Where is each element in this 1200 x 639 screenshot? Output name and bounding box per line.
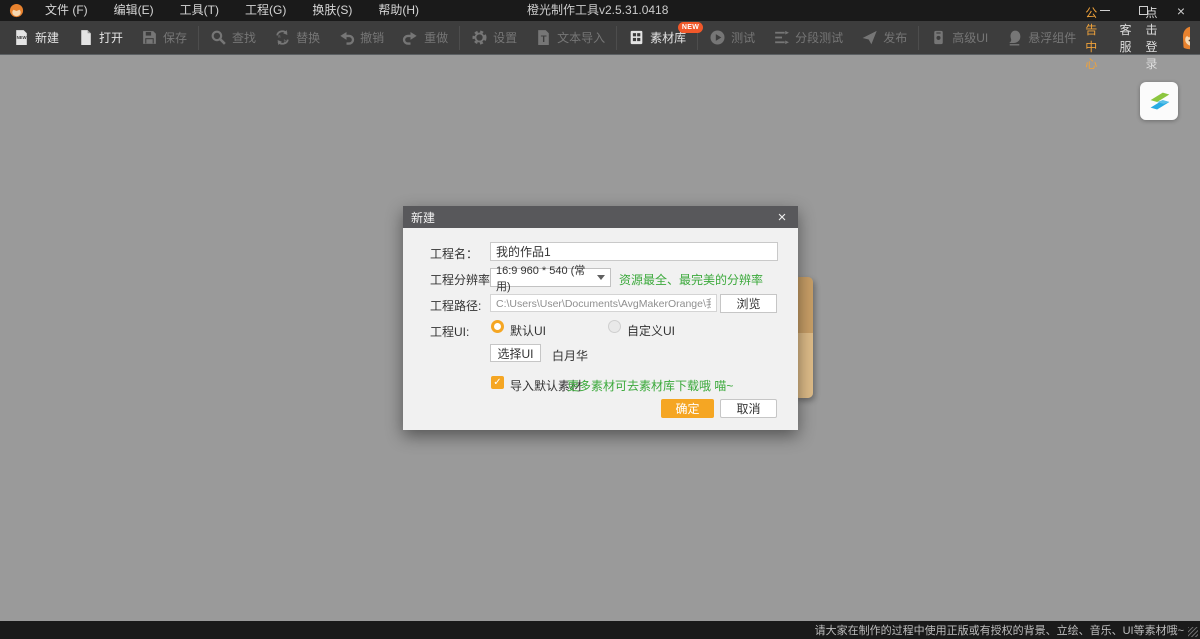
search-icon bbox=[210, 29, 227, 46]
login-link[interactable]: 点击登录 bbox=[1146, 4, 1166, 72]
toolbar-text-import-label: 文本导入 bbox=[557, 29, 605, 46]
user-avatar[interactable] bbox=[1180, 25, 1190, 51]
toolbar-floating-widget-label: 悬浮组件 bbox=[1028, 29, 1076, 46]
segment-test-icon bbox=[773, 29, 790, 46]
window-title: 橙光制作工具v2.5.31.0418 bbox=[527, 0, 668, 21]
new-project-dialog: 新建 × 工程名： 工程分辨率: 16:9 960 * 540 (常用) 资源最… bbox=[403, 206, 798, 430]
toolbar-test-label: 测试 bbox=[731, 29, 755, 46]
ok-button[interactable]: 确定 bbox=[661, 399, 714, 418]
toolbar-separator bbox=[918, 26, 919, 50]
toolbar-separator bbox=[616, 26, 617, 50]
menu-project[interactable]: 工程(G) bbox=[232, 0, 299, 21]
customer-service-link[interactable]: 客服 bbox=[1120, 21, 1132, 55]
toolbar-separator bbox=[459, 26, 460, 50]
menu-edit[interactable]: 编辑(E) bbox=[101, 0, 167, 21]
menu-file[interactable]: 文件 (F) bbox=[32, 0, 101, 21]
resize-grip-icon[interactable] bbox=[1188, 627, 1198, 637]
default-ui-radio-label: 默认UI bbox=[510, 322, 546, 339]
toolbar-save-label: 保存 bbox=[163, 29, 187, 46]
toolbar-publish-label: 发布 bbox=[883, 29, 907, 46]
redo-icon bbox=[402, 29, 419, 46]
toolbar-find-button[interactable]: 查找 bbox=[201, 21, 265, 54]
custom-ui-radio-label: 自定义UI bbox=[627, 322, 675, 339]
resolution-label: 工程分辨率: bbox=[430, 271, 493, 288]
test-icon bbox=[709, 29, 726, 46]
ui-theme-name: 白月华 bbox=[552, 347, 588, 364]
new-file-icon: NEW bbox=[13, 29, 30, 46]
toolbar-undo-label: 撤销 bbox=[360, 29, 384, 46]
project-name-input[interactable] bbox=[490, 242, 778, 261]
settings-icon bbox=[471, 29, 488, 46]
toolbar-right-group: 公告中心 客服 点击登录 bbox=[1085, 4, 1196, 72]
toolbar-publish-button[interactable]: 发布 bbox=[852, 21, 916, 54]
toolbar-open-label: 打开 bbox=[99, 29, 123, 46]
toolbar-new-label: 新建 bbox=[35, 29, 59, 46]
toolbar-settings-button[interactable]: 设置 bbox=[462, 21, 526, 54]
app-logo-icon bbox=[1144, 86, 1174, 116]
material-library-icon bbox=[628, 29, 645, 46]
svg-text:b: b bbox=[284, 38, 287, 44]
choose-ui-button[interactable]: 选择UI bbox=[490, 344, 541, 362]
default-ui-radio[interactable] bbox=[491, 320, 504, 333]
resolution-hint: 资源最全、最完美的分辨率 bbox=[619, 271, 763, 288]
import-default-material-checkbox[interactable]: ✓ bbox=[491, 376, 504, 389]
resolution-selected-value: 16:9 960 * 540 (常用) bbox=[496, 262, 597, 294]
status-bar: 请大家在制作的过程中使用正版或有授权的背景、立绘、音乐、UI等素材哦~ bbox=[0, 621, 1200, 639]
svg-text:NEW: NEW bbox=[17, 35, 27, 40]
toolbar-advanced-ui-button[interactable]: 高级UI bbox=[921, 21, 997, 54]
floating-app-logo[interactable] bbox=[1140, 82, 1178, 120]
toolbar-settings-label: 设置 bbox=[493, 29, 517, 46]
project-name-label: 工程名： bbox=[430, 245, 478, 262]
dialog-title: 新建 bbox=[411, 209, 435, 226]
svg-text:a: a bbox=[278, 35, 281, 40]
title-bar: 文件 (F) 编辑(E) 工具(T) 工程(G) 换肤(S) 帮助(H) 橙光制… bbox=[0, 0, 1200, 21]
toolbar-floating-widget-button[interactable]: 悬浮组件 bbox=[997, 21, 1085, 54]
project-path-label: 工程路径: bbox=[430, 297, 481, 314]
toolbar-open-button[interactable]: 打开 bbox=[68, 21, 132, 54]
toolbar-segment-test-button[interactable]: 分段测试 bbox=[764, 21, 852, 54]
toolbar-find-label: 查找 bbox=[232, 29, 256, 46]
app-icon bbox=[9, 3, 24, 18]
app-window: 文件 (F) 编辑(E) 工具(T) 工程(G) 换肤(S) 帮助(H) 橙光制… bbox=[0, 0, 1200, 639]
browse-button[interactable]: 浏览 bbox=[720, 294, 777, 313]
chevron-down-icon bbox=[597, 275, 605, 280]
toolbar-advanced-ui-label: 高级UI bbox=[952, 29, 988, 46]
dialog-title-bar[interactable]: 新建 × bbox=[403, 206, 798, 228]
toolbar-text-import-button[interactable]: T 文本导入 bbox=[526, 21, 614, 54]
status-notice: 请大家在制作的过程中使用正版或有授权的背景、立绘、音乐、UI等素材哦~ bbox=[815, 622, 1184, 638]
menu-tools[interactable]: 工具(T) bbox=[167, 0, 232, 21]
project-ui-label: 工程UI: bbox=[430, 323, 469, 340]
custom-ui-radio[interactable] bbox=[608, 320, 621, 333]
text-import-icon: T bbox=[535, 29, 552, 46]
toolbar-replace-button[interactable]: ab 替换 bbox=[265, 21, 329, 54]
project-path-input[interactable] bbox=[490, 294, 717, 312]
menu-help[interactable]: 帮助(H) bbox=[365, 0, 432, 21]
resolution-select[interactable]: 16:9 960 * 540 (常用) bbox=[490, 268, 611, 287]
dialog-body: 工程名： 工程分辨率: 16:9 960 * 540 (常用) 资源最全、最完美… bbox=[403, 228, 798, 430]
toolbar-undo-button[interactable]: 撤销 bbox=[329, 21, 393, 54]
floating-widget-icon bbox=[1006, 29, 1023, 46]
publish-icon bbox=[861, 29, 878, 46]
advanced-ui-icon bbox=[930, 29, 947, 46]
open-file-icon bbox=[77, 29, 94, 46]
dialog-close-icon[interactable]: × bbox=[774, 210, 790, 225]
toolbar-save-button[interactable]: 保存 bbox=[132, 21, 196, 54]
material-hint: 更多素材可去素材库下载哦 喵~ bbox=[567, 377, 733, 394]
toolbar-separator bbox=[198, 26, 199, 50]
cancel-button[interactable]: 取消 bbox=[720, 399, 777, 418]
svg-text:T: T bbox=[541, 34, 547, 45]
announcement-center-link[interactable]: 公告中心 bbox=[1085, 4, 1105, 72]
toolbar-segment-test-label: 分段测试 bbox=[795, 29, 843, 46]
toolbar: NEW 新建 打开 保存 查找 ab 替换 bbox=[0, 21, 1200, 55]
toolbar-replace-label: 替换 bbox=[296, 29, 320, 46]
toolbar-material-library-button[interactable]: 素材库 NEW bbox=[619, 21, 695, 54]
toolbar-redo-label: 重做 bbox=[424, 29, 448, 46]
toolbar-new-button[interactable]: NEW 新建 bbox=[4, 21, 68, 54]
toolbar-test-button[interactable]: 测试 bbox=[700, 21, 764, 54]
undo-icon bbox=[338, 29, 355, 46]
menu-skin[interactable]: 换肤(S) bbox=[299, 0, 365, 21]
replace-icon: ab bbox=[274, 29, 291, 46]
toolbar-redo-button[interactable]: 重做 bbox=[393, 21, 457, 54]
save-icon bbox=[141, 29, 158, 46]
